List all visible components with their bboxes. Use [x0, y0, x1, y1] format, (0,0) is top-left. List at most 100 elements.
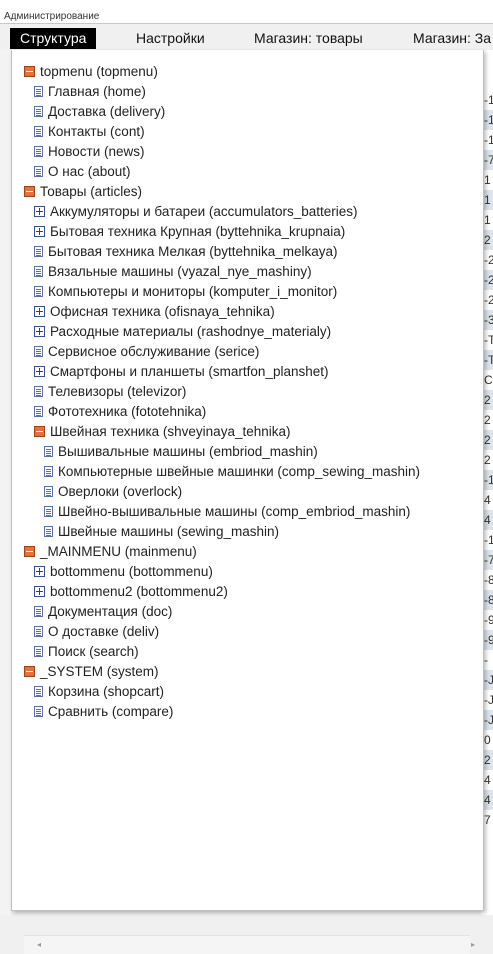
tree-node-label[interactable]: bottommenu (bottommenu) [50, 564, 213, 579]
background-cell: -9 [484, 630, 493, 650]
tree-node[interactable]: Документация (doc) [34, 602, 172, 622]
menu-item-shop-orders[interactable]: Магазин: За [413, 28, 491, 49]
tree-node[interactable]: Сравнить (compare) [34, 702, 173, 722]
collapse-icon[interactable] [24, 65, 35, 77]
tree-node[interactable]: Офисная техника (ofisnaya_tehnika) [34, 302, 275, 322]
tree-node[interactable]: Бытовая техника Крупная (byttehnika_krup… [34, 222, 345, 242]
tree-node-label[interactable]: Смартфоны и планшеты (smartfon_planshet) [50, 364, 328, 379]
tree-node-label[interactable]: bottommenu2 (bottommenu2) [50, 584, 228, 599]
tree-node[interactable]: Вышивальные машины (embriod_mashin) [44, 442, 318, 462]
tree-node[interactable]: _MAINMENU (mainmenu) [24, 542, 197, 562]
tree-node[interactable]: Расходные материалы (rashodnye_materialy… [34, 322, 331, 342]
tree-node-label[interactable]: Компьютеры и мониторы (komputer_i_monito… [48, 284, 337, 299]
tree-node-label[interactable]: Бытовая техника Мелкая (byttehnika_melka… [48, 244, 338, 259]
tree-node-label[interactable]: Корзина (shopcart) [48, 684, 164, 699]
tree-node-label[interactable]: Оверлоки (overlock) [58, 484, 182, 499]
tree-node[interactable]: Швейные машины (sewing_mashin) [44, 522, 279, 542]
page-icon [34, 605, 43, 617]
scroll-right-arrow-icon[interactable]: ▸ [468, 939, 478, 951]
tree-node[interactable]: Сервисное обслуживание (serice) [34, 342, 259, 362]
tree-node[interactable]: Бытовая техника Мелкая (byttehnika_melka… [34, 242, 338, 262]
tree-node[interactable]: Телевизоры (televizor) [34, 382, 186, 402]
tree-node-label[interactable]: Поиск (search) [48, 644, 139, 659]
tree-node-label[interactable]: Сервисное обслуживание (serice) [48, 344, 259, 359]
tree-node-label[interactable]: Телевизоры (televizor) [48, 384, 186, 399]
background-cell: 2 [484, 750, 493, 770]
tree-node-label[interactable]: topmenu (topmenu) [40, 64, 158, 79]
tree-node-label[interactable]: Швейные машины (sewing_mashin) [58, 524, 279, 539]
tree-node[interactable]: _SYSTEM (system) [24, 662, 159, 682]
expand-icon[interactable] [34, 325, 45, 337]
page-icon [34, 145, 43, 157]
background-cell: - [484, 653, 488, 667]
tree-node[interactable]: Швейно-вышивальные машины (comp_embriod_… [44, 502, 410, 522]
tree-node[interactable]: Фототехника (fototehnika) [34, 402, 206, 422]
tree-node-label[interactable]: Аккумуляторы и батареи (accumulators_bat… [50, 204, 357, 219]
expand-icon[interactable] [34, 365, 45, 377]
expand-icon[interactable] [34, 585, 45, 597]
page-icon [34, 705, 43, 717]
menu-item-structure[interactable]: Структура [10, 28, 97, 49]
tree-node[interactable]: Поиск (search) [34, 642, 139, 662]
tree-node-label[interactable]: Вязальные машины (vyazal_nye_mashiny) [48, 264, 312, 279]
background-cell: C [484, 373, 493, 387]
expand-icon[interactable] [34, 305, 45, 317]
collapse-icon[interactable] [24, 665, 35, 677]
tree-node-label[interactable]: Офисная техника (ofisnaya_tehnika) [50, 304, 275, 319]
page-icon [34, 385, 43, 397]
menu-item-settings[interactable]: Настройки [136, 28, 205, 49]
page-icon [34, 165, 43, 177]
background-left-strip [0, 50, 11, 915]
tree-node[interactable]: Контакты (cont) [34, 122, 145, 142]
collapse-icon[interactable] [34, 425, 45, 437]
tree-node[interactable]: Вязальные машины (vyazal_nye_mashiny) [34, 262, 312, 282]
tree-node[interactable]: Смартфоны и планшеты (smartfon_planshet) [34, 362, 328, 382]
tree-node[interactable]: Компьютеры и мониторы (komputer_i_monito… [34, 282, 337, 302]
expand-icon[interactable] [34, 205, 45, 217]
tree-node[interactable]: Корзина (shopcart) [34, 682, 164, 702]
tree-node[interactable]: О доставке (deliv) [34, 622, 159, 642]
tree-node[interactable]: Швейная техника (shveyinaya_tehnika) [34, 422, 291, 442]
tree-node-label[interactable]: _MAINMENU (mainmenu) [40, 544, 197, 559]
tree-node-label[interactable]: Контакты (cont) [48, 124, 145, 139]
tree-node[interactable]: Главная (home) [34, 82, 146, 102]
tree-node[interactable]: topmenu (topmenu) [24, 62, 158, 82]
tree-node-label[interactable]: Вышивальные машины (embriod_mashin) [58, 444, 318, 459]
tree-node-label[interactable]: Бытовая техника Крупная (byttehnika_krup… [50, 224, 345, 239]
tree-node-label[interactable]: Товары (articles) [40, 184, 142, 199]
tree-node-label[interactable]: Документация (doc) [48, 604, 172, 619]
background-cell: 2 [484, 453, 491, 467]
tree-node[interactable]: Товары (articles) [24, 182, 142, 202]
tree-node-label[interactable]: Расходные материалы (rashodnye_materialy… [50, 324, 331, 339]
collapse-icon[interactable] [24, 545, 35, 557]
background-cell: 2 [484, 413, 491, 427]
tree-node-label[interactable]: Фототехника (fototehnika) [48, 404, 206, 419]
tree-node-label[interactable]: _SYSTEM (system) [40, 664, 159, 679]
tree-node[interactable]: Новости (news) [34, 142, 145, 162]
tree-node-label[interactable]: Компьютерные швейные машинки (comp_sewin… [58, 464, 420, 479]
background-cell: 1 [484, 173, 491, 187]
collapse-icon[interactable] [24, 185, 35, 197]
tree-node-label[interactable]: Доставка (delivery) [48, 104, 165, 119]
tree-node[interactable]: О нас (about) [34, 162, 131, 182]
tree-node-label[interactable]: Новости (news) [48, 144, 145, 159]
tree-node[interactable]: Оверлоки (overlock) [44, 482, 182, 502]
background-cell: 4 [484, 773, 491, 787]
expand-icon[interactable] [34, 565, 45, 577]
menu-item-shop-products[interactable]: Магазин: товары [254, 28, 363, 49]
tree-node-label[interactable]: О доставке (deliv) [48, 624, 159, 639]
tree-node[interactable]: bottommenu (bottommenu) [34, 562, 213, 582]
tree-node[interactable]: bottommenu2 (bottommenu2) [34, 582, 228, 602]
tree-node[interactable]: Компьютерные швейные машинки (comp_sewin… [44, 462, 420, 482]
tree-node-label[interactable]: Швейная техника (shveyinaya_tehnika) [50, 424, 291, 439]
page-icon [44, 505, 53, 517]
scroll-left-arrow-icon[interactable]: ◂ [34, 939, 44, 951]
expand-icon[interactable] [34, 225, 45, 237]
tree-node[interactable]: Доставка (delivery) [34, 102, 165, 122]
tree-node[interactable]: Аккумуляторы и батареи (accumulators_bat… [34, 202, 357, 222]
tree-node-label[interactable]: О нас (about) [48, 164, 131, 179]
tree-node-label[interactable]: Сравнить (compare) [48, 704, 173, 719]
tree-node-label[interactable]: Главная (home) [48, 84, 146, 99]
tree-node-label[interactable]: Швейно-вышивальные машины (comp_embriod_… [58, 504, 410, 519]
horizontal-scrollbar[interactable]: ◂ ▸ [24, 935, 475, 954]
